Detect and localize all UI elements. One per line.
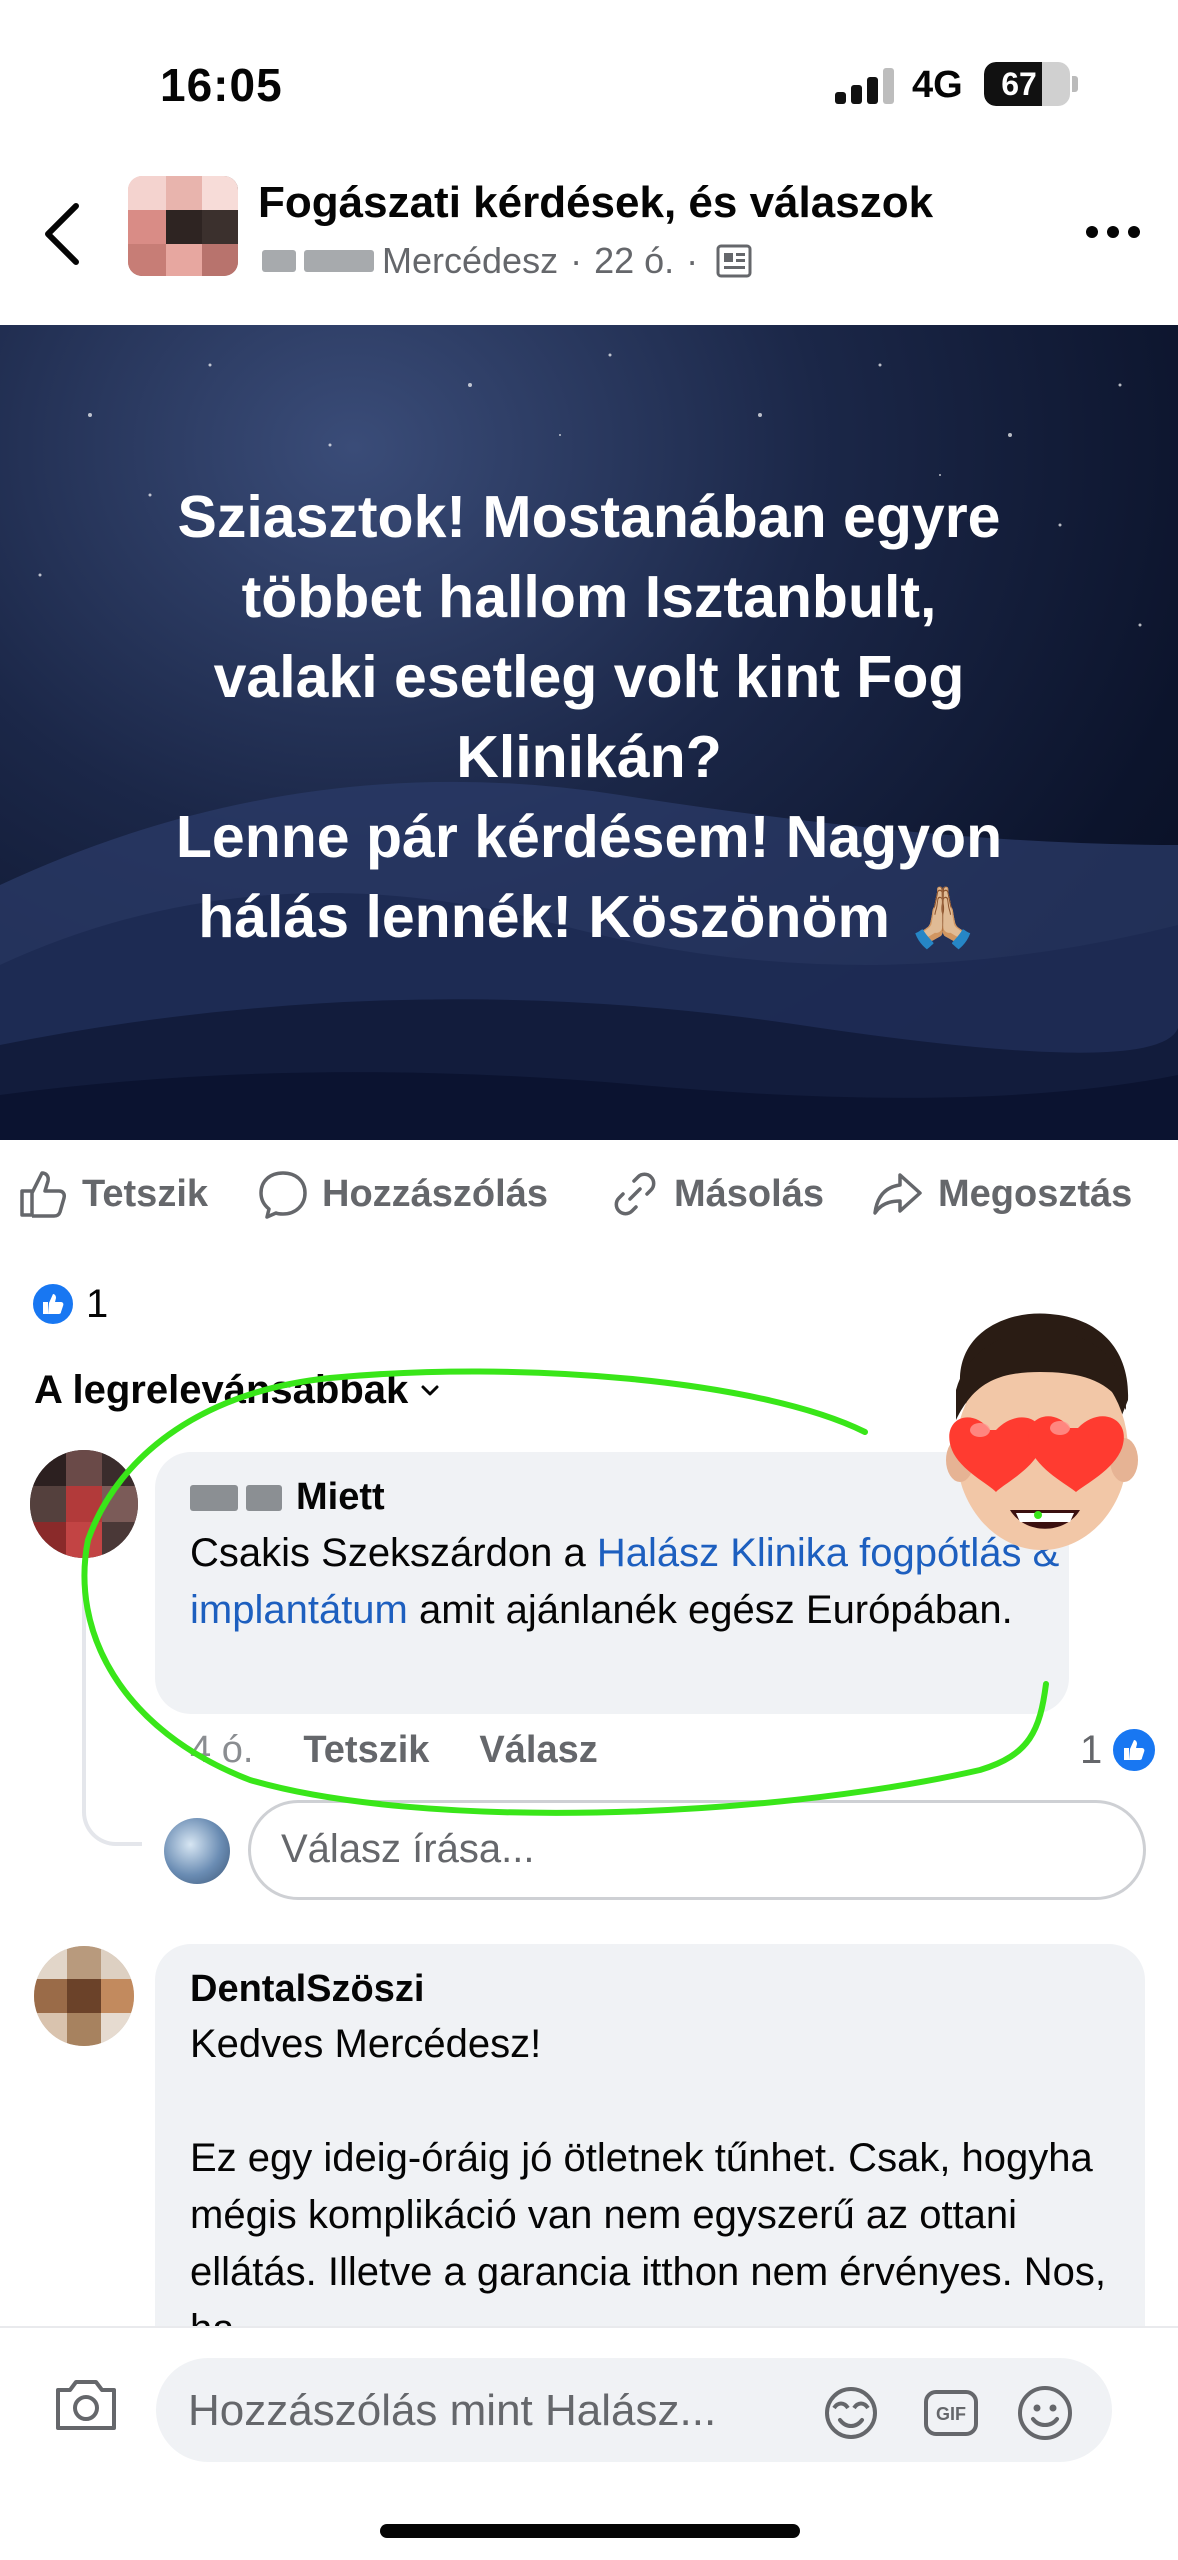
comment-icon <box>259 1171 307 1219</box>
reply-placeholder: Válasz írása... <box>281 1827 535 1871</box>
like-reaction-icon <box>1110 1726 1159 1774</box>
camera-icon[interactable] <box>52 2374 120 2434</box>
post-text-line: Lenne pár kérdésem! Nagyon <box>175 804 1003 870</box>
share-button[interactable]: Megosztás <box>870 1162 1132 1226</box>
back-icon[interactable] <box>36 194 96 274</box>
sort-label: A legrelevánsabbak <box>34 1368 409 1412</box>
post-time[interactable]: 22 ó. <box>594 240 674 282</box>
battery-level: 67 <box>1001 66 1037 102</box>
post-text-line: Klinikán? <box>456 724 722 790</box>
post-meta: Mercédesz · 22 ó. · <box>262 238 752 284</box>
comment-body: Ez egy ideig-óráig jó ötletnek tűnhet. C… <box>190 2136 1107 2326</box>
gif-icon[interactable]: GIF <box>920 2382 982 2444</box>
comment-sort-dropdown[interactable]: A legrelevánsabbak <box>34 1368 440 1413</box>
page-icon <box>716 244 752 278</box>
comment-text-part: Csakis Szekszárdon a <box>190 1531 597 1575</box>
post-author[interactable]: Mercédesz <box>382 240 558 282</box>
comment-greeting: Kedves Mercédesz! <box>190 2022 542 2066</box>
comment-like-number: 1 <box>1080 1727 1103 1772</box>
blurred-name-part <box>262 250 296 272</box>
status-time: 16:05 <box>160 59 283 111</box>
copy-link-button[interactable]: Másolás <box>608 1162 824 1226</box>
separator: · <box>570 240 583 281</box>
network-type: 4G <box>912 64 963 106</box>
commenter-avatar[interactable] <box>34 1946 134 2046</box>
like-button[interactable]: Tetszik <box>16 1162 208 1226</box>
composer-placeholder: Hozzászólás mint Halász... <box>188 2386 717 2435</box>
comment-author-name: DentalSzöszi <box>190 1968 425 2010</box>
battery-icon: 67 <box>984 62 1070 106</box>
group-title[interactable]: Fogászati kérdések, és válaszok <box>258 178 933 228</box>
comment-time[interactable]: 4 ó. <box>190 1729 253 1772</box>
thread-line <box>82 1560 142 1846</box>
comment-text-part: amit ajánlanék egész Európában. <box>407 1588 1013 1632</box>
post-text-line: valaki esetleg volt kint Fog <box>213 644 965 710</box>
home-indicator <box>380 2524 800 2538</box>
memoji-heart-eyes-sticker <box>946 1313 1138 1550</box>
comment-author[interactable]: DentalSzöszi <box>190 1968 424 2011</box>
group-avatar[interactable] <box>128 176 238 276</box>
blurred-name-part <box>190 1484 238 1511</box>
emoji-icon[interactable] <box>1014 2382 1076 2444</box>
reactions-summary[interactable]: 1 <box>30 1276 108 1332</box>
post-text-line: hálás lennék! Köszönöm 🙏🏼 <box>198 884 980 950</box>
commenter-avatar[interactable] <box>30 1450 138 1558</box>
post-actions: Tetszik Hozzászólás Másolás Megosztás <box>0 1140 1178 1250</box>
battery-nub <box>1072 76 1078 92</box>
comment-actions: 4 ó. Tetszik Válasz <box>190 1726 648 1774</box>
comment-author-name: Miett <box>296 1476 385 1518</box>
svg-text:GIF: GIF <box>936 2404 966 2424</box>
like-label: Tetszik <box>82 1172 209 1215</box>
reactions-count: 1 <box>86 1281 109 1326</box>
blurred-name-part <box>246 1484 282 1511</box>
share-icon <box>873 1173 922 1215</box>
post-text-line: többet hallom Isztanbult, <box>241 564 937 630</box>
comment-input[interactable]: Hozzászólás mint Halász... GIF <box>156 2358 1112 2462</box>
my-avatar <box>164 1818 230 1884</box>
reply-input[interactable]: Válasz írása... <box>248 1800 1146 1900</box>
comment-label: Hozzászólás <box>322 1172 548 1215</box>
like-icon <box>20 1171 66 1218</box>
status-bar: 16:05 4G 67 <box>0 0 1178 160</box>
share-label: Megosztás <box>938 1172 1133 1215</box>
copy-label: Másolás <box>674 1172 824 1215</box>
comment-button[interactable]: Hozzászólás <box>256 1162 548 1226</box>
like-reaction-icon <box>30 1281 76 1327</box>
separator: · <box>686 240 699 281</box>
post-text: Sziasztok! Mostanában egyre többet hallo… <box>60 477 1118 957</box>
post-banner[interactable]: Sziasztok! Mostanában egyre többet hallo… <box>0 325 1178 1140</box>
signal-icon <box>835 68 895 104</box>
chevron-down-icon <box>421 1385 439 1395</box>
comment-composer: Hozzászólás mint Halász... GIF <box>0 2326 1178 2560</box>
more-icon[interactable] <box>1086 222 1142 242</box>
link-icon <box>614 1172 656 1216</box>
comment-like-count[interactable]: 1 <box>1080 1722 1159 1778</box>
avatar-sticker-icon[interactable] <box>820 2382 882 2444</box>
post-text-line: Sziasztok! Mostanában egyre <box>177 484 1001 550</box>
comment-author[interactable]: Miett <box>190 1476 385 1519</box>
comment-reply-button[interactable]: Válasz <box>479 1729 597 1772</box>
post-header: Fogászati kérdések, és válaszok Mercédes… <box>0 160 1178 325</box>
blurred-name-part <box>304 250 374 272</box>
comment-like-button[interactable]: Tetszik <box>303 1729 429 1772</box>
